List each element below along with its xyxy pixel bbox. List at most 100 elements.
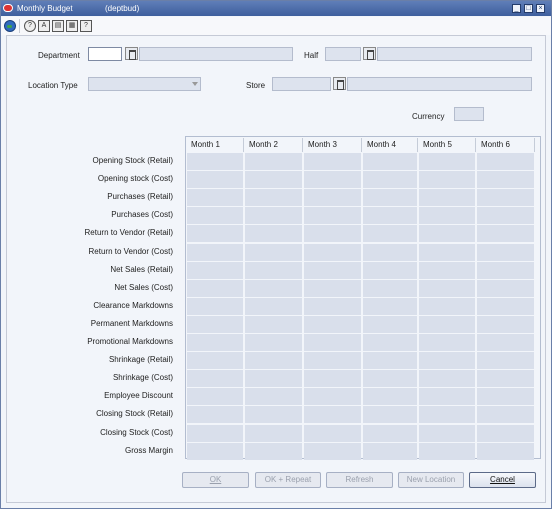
department-input[interactable] bbox=[88, 47, 122, 61]
grid-cell[interactable] bbox=[419, 207, 475, 225]
grid-cell[interactable] bbox=[187, 388, 243, 406]
grid-cell[interactable] bbox=[419, 442, 475, 460]
grid-cell[interactable] bbox=[304, 279, 361, 297]
grid-cell[interactable] bbox=[245, 297, 302, 315]
grid-cell[interactable] bbox=[477, 388, 534, 406]
globe-icon[interactable] bbox=[4, 20, 16, 32]
grid-cell[interactable] bbox=[245, 334, 302, 351]
grid-cell[interactable] bbox=[245, 261, 302, 279]
grid-cell[interactable] bbox=[363, 424, 417, 442]
minimize-button[interactable]: _ bbox=[512, 4, 521, 13]
grid-cell[interactable] bbox=[304, 424, 361, 442]
grid-cell[interactable] bbox=[187, 334, 243, 351]
refresh-button[interactable]: Refresh bbox=[326, 472, 393, 488]
grid-cell[interactable] bbox=[187, 243, 243, 261]
grid-cell[interactable] bbox=[477, 424, 534, 442]
grid-cell[interactable] bbox=[187, 171, 243, 189]
grid-cell[interactable] bbox=[419, 334, 475, 351]
grid-cell[interactable] bbox=[245, 370, 302, 388]
grid-cell[interactable] bbox=[363, 406, 417, 424]
grid-cell[interactable] bbox=[245, 406, 302, 424]
grid-cell[interactable] bbox=[477, 406, 534, 424]
grid-cell[interactable] bbox=[363, 370, 417, 388]
help-icon[interactable]: ? bbox=[24, 20, 36, 32]
grid-cell[interactable] bbox=[419, 406, 475, 424]
grid-cell[interactable] bbox=[477, 261, 534, 279]
title-bar[interactable]: Monthly Budget (deptbud) _ □ × bbox=[1, 1, 551, 16]
find-icon[interactable]: A bbox=[38, 20, 50, 32]
store-input[interactable] bbox=[272, 77, 331, 91]
grid-cell[interactable] bbox=[477, 207, 534, 225]
grid-cell[interactable] bbox=[363, 243, 417, 261]
grid-cell[interactable] bbox=[245, 207, 302, 225]
grid-cell[interactable] bbox=[245, 243, 302, 261]
new-location-button[interactable]: New Location bbox=[398, 472, 464, 488]
grid-cell[interactable] bbox=[363, 352, 417, 370]
grid-cell[interactable] bbox=[363, 153, 417, 170]
ok-button[interactable]: OK bbox=[182, 472, 249, 488]
grid-cell[interactable] bbox=[363, 315, 417, 333]
grid-cell[interactable] bbox=[187, 279, 243, 297]
grid-cell[interactable] bbox=[363, 388, 417, 406]
close-button[interactable]: × bbox=[536, 4, 545, 13]
grid-cell[interactable] bbox=[419, 297, 475, 315]
grid-cell[interactable] bbox=[419, 388, 475, 406]
grid-cell[interactable] bbox=[363, 261, 417, 279]
grid-cell[interactable] bbox=[245, 352, 302, 370]
grid-cell[interactable] bbox=[477, 279, 534, 297]
ok-repeat-button[interactable]: OK + Repeat bbox=[255, 472, 321, 488]
grid-cell[interactable] bbox=[187, 406, 243, 424]
grid-cell[interactable] bbox=[363, 334, 417, 351]
grid-cell[interactable] bbox=[419, 261, 475, 279]
grid-cell[interactable] bbox=[419, 225, 475, 243]
save-icon[interactable]: ▤ bbox=[52, 20, 64, 32]
grid-cell[interactable] bbox=[187, 261, 243, 279]
grid-cell[interactable] bbox=[419, 171, 475, 189]
half-input[interactable] bbox=[325, 47, 361, 61]
department-lov-icon[interactable] bbox=[125, 47, 138, 60]
grid-cell[interactable] bbox=[304, 171, 361, 189]
grid-cell[interactable] bbox=[187, 297, 243, 315]
grid-cell[interactable] bbox=[304, 297, 361, 315]
grid-cell[interactable] bbox=[477, 297, 534, 315]
grid-cell[interactable] bbox=[304, 261, 361, 279]
grid-cell[interactable] bbox=[477, 352, 534, 370]
grid-cell[interactable] bbox=[419, 279, 475, 297]
grid-cell[interactable] bbox=[187, 352, 243, 370]
grid-cell[interactable] bbox=[419, 153, 475, 170]
grid-cell[interactable] bbox=[363, 171, 417, 189]
grid-cell[interactable] bbox=[187, 153, 243, 170]
half-lov-icon[interactable] bbox=[363, 47, 376, 60]
grid-cell[interactable] bbox=[363, 225, 417, 243]
grid-cell[interactable] bbox=[245, 225, 302, 243]
grid-cell[interactable] bbox=[304, 352, 361, 370]
grid-cell[interactable] bbox=[304, 370, 361, 388]
grid-cell[interactable] bbox=[419, 189, 475, 207]
cancel-button[interactable]: Cancel bbox=[469, 472, 536, 488]
grid-cell[interactable] bbox=[477, 334, 534, 351]
grid-cell[interactable] bbox=[304, 225, 361, 243]
grid-cell[interactable] bbox=[419, 370, 475, 388]
grid-cell[interactable] bbox=[304, 334, 361, 351]
grid-cell[interactable] bbox=[304, 442, 361, 460]
grid-cell[interactable] bbox=[419, 352, 475, 370]
grid-cell[interactable] bbox=[245, 315, 302, 333]
grid-cell[interactable] bbox=[477, 189, 534, 207]
grid-cell[interactable] bbox=[477, 315, 534, 333]
question-icon[interactable]: ? bbox=[80, 20, 92, 32]
grid-cell[interactable] bbox=[245, 189, 302, 207]
print-icon[interactable]: ▦ bbox=[66, 20, 78, 32]
grid-cell[interactable] bbox=[363, 189, 417, 207]
grid-cell[interactable] bbox=[477, 442, 534, 460]
grid-cell[interactable] bbox=[245, 424, 302, 442]
grid-cell[interactable] bbox=[304, 207, 361, 225]
grid-cell[interactable] bbox=[477, 225, 534, 243]
grid-cell[interactable] bbox=[304, 153, 361, 170]
grid-cell[interactable] bbox=[477, 243, 534, 261]
grid-cell[interactable] bbox=[245, 153, 302, 170]
grid-cell[interactable] bbox=[245, 171, 302, 189]
maximize-button[interactable]: □ bbox=[524, 4, 533, 13]
grid-cell[interactable] bbox=[187, 315, 243, 333]
grid-cell[interactable] bbox=[304, 189, 361, 207]
grid-cell[interactable] bbox=[363, 207, 417, 225]
